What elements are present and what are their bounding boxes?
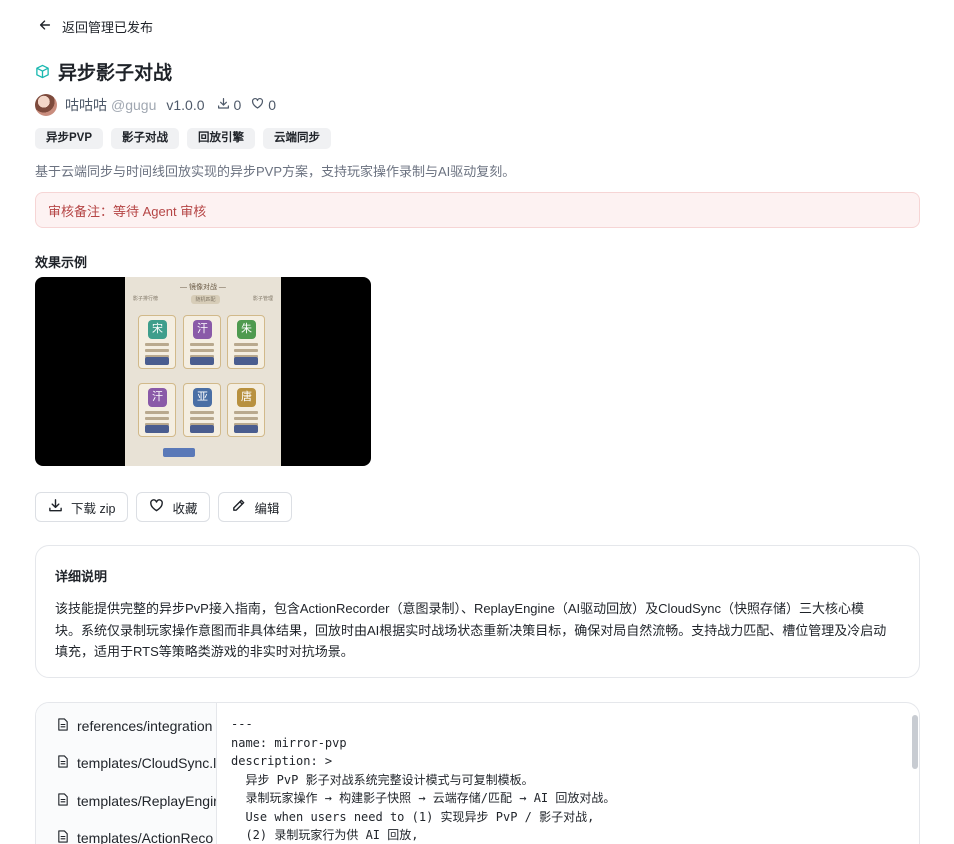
pencil-icon	[231, 498, 246, 516]
back-link[interactable]: 返回管理已发布	[38, 17, 153, 36]
code-scrollbar[interactable]	[912, 715, 918, 769]
preview-tab: 影子排行榜	[133, 296, 159, 302]
tag[interactable]: 异步PVP	[35, 128, 104, 149]
page-title: 异步影子对战	[58, 63, 173, 84]
preview-card: 汗	[183, 315, 221, 369]
file-name: templates/ActionReco	[77, 830, 214, 844]
file-name: references/integration	[77, 718, 213, 734]
details-line: 该技能提供完整的异步PvP接入指南，包含ActionRecorder（意图录制）…	[55, 601, 865, 616]
file-item[interactable]: templates/CloudSync.l	[57, 755, 216, 771]
file-item[interactable]: templates/ActionReco	[57, 830, 213, 844]
preview-card: 朱	[227, 315, 265, 369]
file-icon	[57, 793, 69, 809]
edit-label: 编辑	[254, 501, 280, 516]
review-note-banner: 审核备注：等待 Agent 审核	[35, 192, 920, 228]
details-line: 块。系统仅录制玩家操作意图而非具体结果，回放时由AI根据实时战场状态重新决策目标…	[55, 622, 887, 638]
details-text: 该技能提供完整的异步PvP接入指南，包含ActionRecorder（意图录制）…	[55, 598, 900, 663]
download-icon	[48, 498, 63, 516]
action-bar: 下载 zip 收藏 编辑	[35, 492, 293, 522]
like-count-value: 0	[268, 97, 277, 113]
file-item[interactable]: references/integration	[57, 718, 212, 734]
preview-tab-active: 随机匹配	[191, 295, 220, 304]
preview-section-label: 效果示例	[35, 255, 88, 270]
code-line: name: mirror-pvp	[231, 735, 347, 750]
download-count-value: 0	[233, 97, 242, 113]
heart-icon	[251, 97, 264, 113]
preview-seal: 朱	[237, 320, 256, 339]
cube-icon	[35, 64, 50, 79]
code-line: description: >	[231, 754, 333, 768]
download-zip-label: 下载 zip	[71, 501, 116, 516]
code-viewer[interactable]: --- name: mirror-pvp description: > 异步 PvP…	[231, 715, 615, 844]
file-list: references/integration templates/CloudSy…	[36, 703, 217, 844]
preview-tab: 影子管理	[252, 296, 273, 302]
download-count: 0	[217, 97, 242, 113]
file-item[interactable]: templates/ReplayEngir	[57, 793, 217, 809]
author-name[interactable]: 咕咕咕	[65, 95, 107, 115]
skill-description: 基于云端同步与时间线回放实现的异步PVP方案，支持玩家操作录制与AI驱动复刻。	[35, 164, 516, 179]
like-count: 0	[251, 97, 276, 113]
author-handle: @gugu	[111, 97, 157, 113]
file-icon	[57, 755, 69, 771]
tag[interactable]: 云端同步	[263, 128, 332, 149]
arrow-left-icon	[38, 18, 52, 35]
preview-card: 亚	[183, 383, 221, 437]
code-line: Use when users need to (1) 实现异步 PvP / 影子…	[231, 809, 595, 824]
review-note-text: 审核备注：等待 Agent 审核	[48, 203, 207, 219]
favorite-label: 收藏	[172, 501, 198, 516]
details-line: 填充，适用于RTS等策略类游戏的非实时对抗场景。	[55, 644, 354, 659]
preview-video[interactable]: — 镜像对战 — 影子排行榜 随机匹配 影子管理 宋 汗 朱 汗 亚 唐	[35, 277, 371, 466]
preview-tabs: 影子排行榜 随机匹配 影子管理	[133, 295, 273, 304]
code-line: 录制玩家操作 → 构建影子快照 → 云端存储/匹配 → AI 回放对战。	[231, 791, 616, 805]
preview-seal: 宋	[148, 320, 167, 339]
tag[interactable]: 影子对战	[111, 128, 180, 149]
preview-seal: 汗	[193, 320, 212, 339]
code-line: ---	[231, 717, 253, 731]
file-icon	[57, 718, 69, 734]
favorite-button[interactable]: 收藏	[136, 492, 211, 522]
preview-seal: 汗	[148, 388, 167, 407]
heart-icon	[149, 498, 164, 516]
file-name: templates/CloudSync.l	[77, 755, 217, 771]
download-zip-button[interactable]: 下载 zip	[35, 492, 129, 522]
tag[interactable]: 回放引擎	[187, 128, 256, 149]
preview-card: 宋	[138, 315, 176, 369]
code-line: 异步 PvP 影子对战系统完整设计模式与可复制模板。	[231, 772, 534, 787]
edit-button[interactable]: 编辑	[218, 492, 293, 522]
meta-row: 咕咕咕 @gugu v1.0.0 0 0	[35, 94, 286, 116]
title-row: 异步影子对战	[35, 58, 172, 85]
preview-screen: — 镜像对战 — 影子排行榜 随机匹配 影子管理 宋 汗 朱 汗 亚 唐	[125, 277, 281, 466]
file-browser: references/integration templates/CloudSy…	[35, 702, 920, 844]
file-name: templates/ReplayEngir	[77, 793, 217, 809]
preview-seal: 唐	[237, 388, 256, 407]
tag-list: 异步PVP 影子对战 回放引擎 云端同步	[35, 128, 332, 149]
version-label: v1.0.0	[166, 97, 205, 113]
preview-screen-title: — 镜像对战 —	[180, 284, 226, 291]
preview-card: 唐	[227, 383, 265, 437]
download-icon	[217, 97, 230, 113]
preview-seal: 亚	[193, 388, 212, 407]
preview-bottom-button	[163, 448, 195, 457]
code-line: (2) 录制玩家行为供 AI 回放,	[231, 828, 419, 842]
back-link-label: 返回管理已发布	[62, 20, 154, 35]
details-heading: 详细说明	[55, 569, 108, 584]
preview-card: 汗	[138, 383, 176, 437]
details-card: 详细说明 该技能提供完整的异步PvP接入指南，包含ActionRecorder（…	[35, 545, 920, 678]
file-icon	[57, 830, 69, 844]
avatar[interactable]	[35, 94, 57, 116]
